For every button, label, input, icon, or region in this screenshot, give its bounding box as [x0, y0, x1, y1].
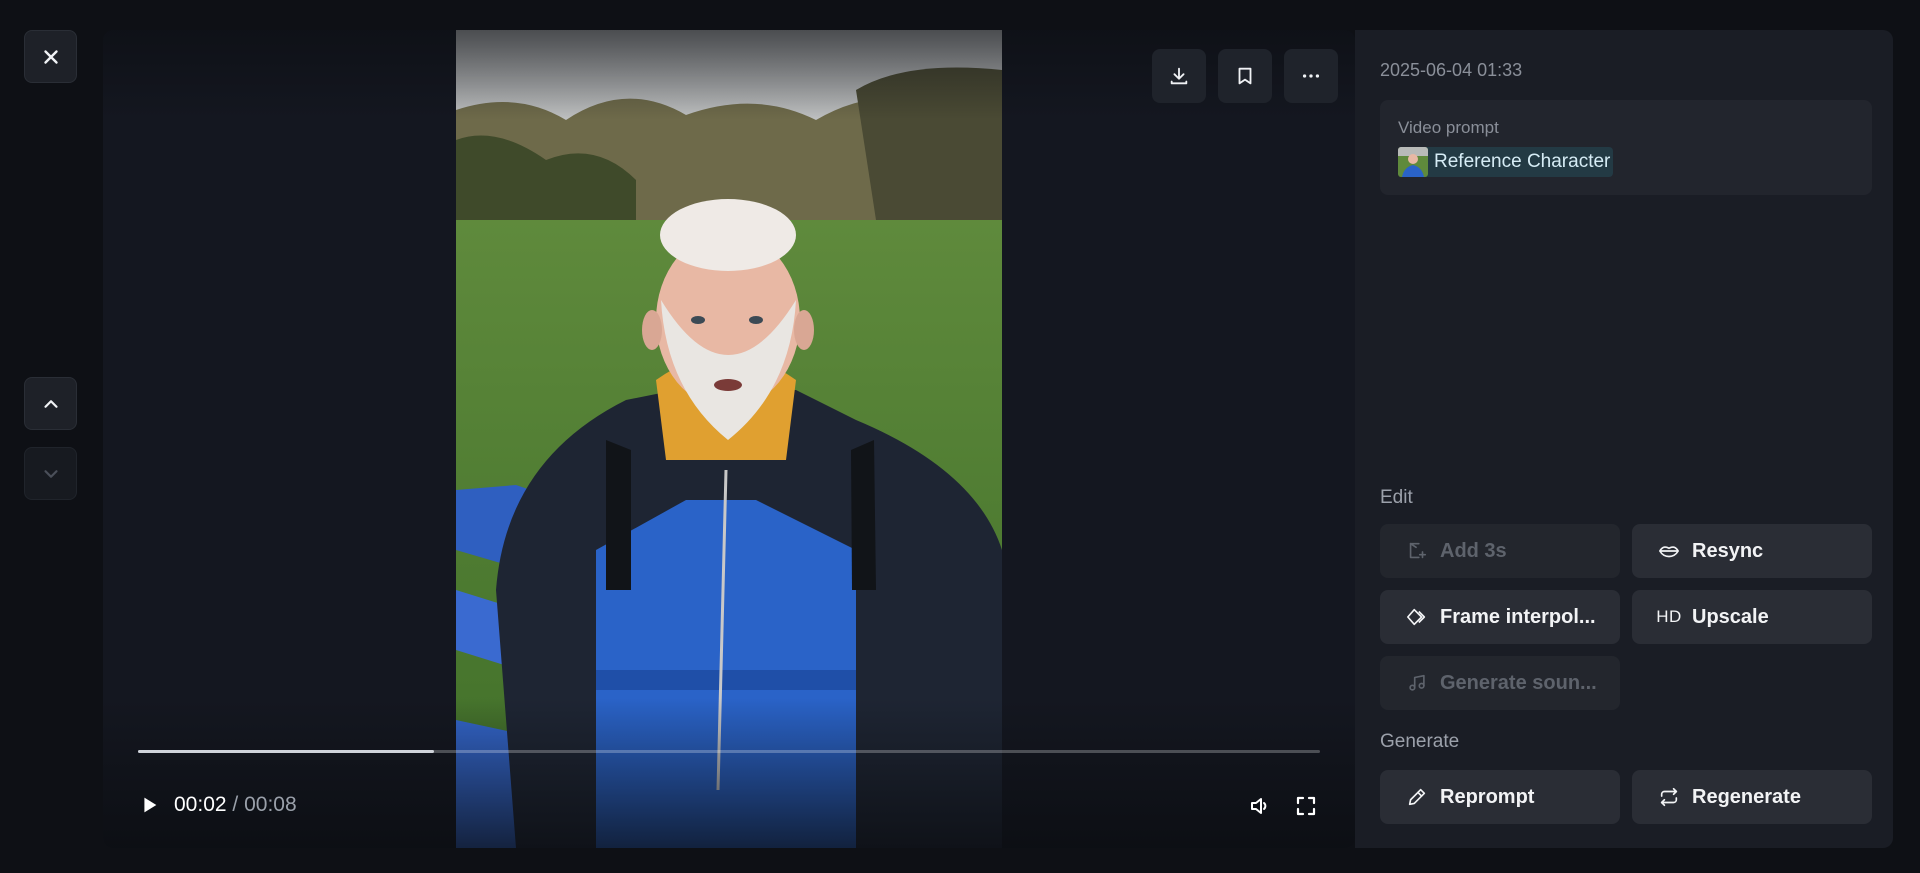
bottom-overlay	[103, 698, 1355, 848]
fullscreen-icon	[1296, 796, 1316, 816]
pen-icon	[1406, 786, 1428, 808]
reference-character-chip[interactable]: Reference Character	[1398, 147, 1614, 177]
playback-controls: 00:02 / 00:08	[138, 793, 297, 817]
add-3s-button[interactable]: Add 3s	[1380, 524, 1620, 578]
progress-bar[interactable]	[138, 750, 1320, 753]
more-horizontal-icon	[1302, 74, 1320, 78]
prompt-card: Video prompt Reference Character	[1380, 100, 1872, 195]
chevron-up-icon	[43, 399, 58, 408]
generate-section-label: Generate	[1380, 731, 1460, 752]
download-button[interactable]	[1152, 49, 1206, 103]
download-icon	[1170, 67, 1188, 85]
close-button[interactable]	[24, 30, 77, 83]
frame-interpolation-button[interactable]: Frame interpol...	[1380, 590, 1620, 644]
details-panel: 2025-06-04 01:33 Video prompt Reference …	[1355, 30, 1893, 848]
generate-sound-label: Generate soun...	[1440, 671, 1597, 694]
regenerate-button[interactable]: Regenerate	[1632, 770, 1872, 824]
close-icon	[43, 49, 58, 64]
upscale-button[interactable]: HD Upscale	[1632, 590, 1872, 644]
time-separator: /	[232, 793, 239, 816]
reference-thumbnail	[1398, 147, 1428, 177]
bookmark-button[interactable]	[1218, 49, 1272, 103]
music-note-icon	[1406, 672, 1428, 694]
frame-interpolation-label: Frame interpol...	[1440, 605, 1596, 628]
upscale-label: Upscale	[1692, 605, 1769, 628]
repeat-icon	[1658, 786, 1680, 808]
prompt-label: Video prompt	[1398, 118, 1499, 137]
fullscreen-button[interactable]	[1293, 793, 1319, 819]
reference-chip-label: Reference Character	[1434, 151, 1611, 172]
reprompt-button[interactable]: Reprompt	[1380, 770, 1620, 824]
previous-video-button[interactable]	[24, 377, 77, 430]
video-player[interactable]: 00:02 / 00:08	[103, 30, 1355, 848]
more-options-button[interactable]	[1284, 49, 1338, 103]
volume-button[interactable]	[1247, 793, 1273, 819]
next-video-button[interactable]	[24, 447, 77, 500]
chevron-down-icon	[43, 469, 58, 478]
add-3s-label: Add 3s	[1440, 539, 1507, 562]
lips-icon	[1658, 540, 1680, 562]
current-time: 00:02	[174, 793, 227, 816]
volume-icon	[1251, 798, 1267, 814]
progress-fill	[138, 750, 434, 753]
reprompt-label: Reprompt	[1440, 785, 1535, 808]
resync-button[interactable]: Resync	[1632, 524, 1872, 578]
edit-section-label: Edit	[1380, 487, 1413, 508]
regenerate-label: Regenerate	[1692, 785, 1801, 808]
bookmark-icon	[1238, 67, 1252, 85]
timestamp: 2025-06-04 01:33	[1380, 60, 1523, 80]
resync-label: Resync	[1692, 539, 1764, 562]
time-display: 00:02 / 00:08	[174, 793, 297, 817]
duration: 00:08	[244, 793, 297, 816]
diamond-frames-icon	[1406, 606, 1428, 628]
hd-icon: HD	[1656, 607, 1682, 626]
generate-sound-button[interactable]: Generate soun...	[1380, 656, 1620, 710]
add-clip-icon	[1406, 540, 1428, 562]
play-button[interactable]	[138, 794, 160, 816]
play-icon	[144, 797, 157, 813]
